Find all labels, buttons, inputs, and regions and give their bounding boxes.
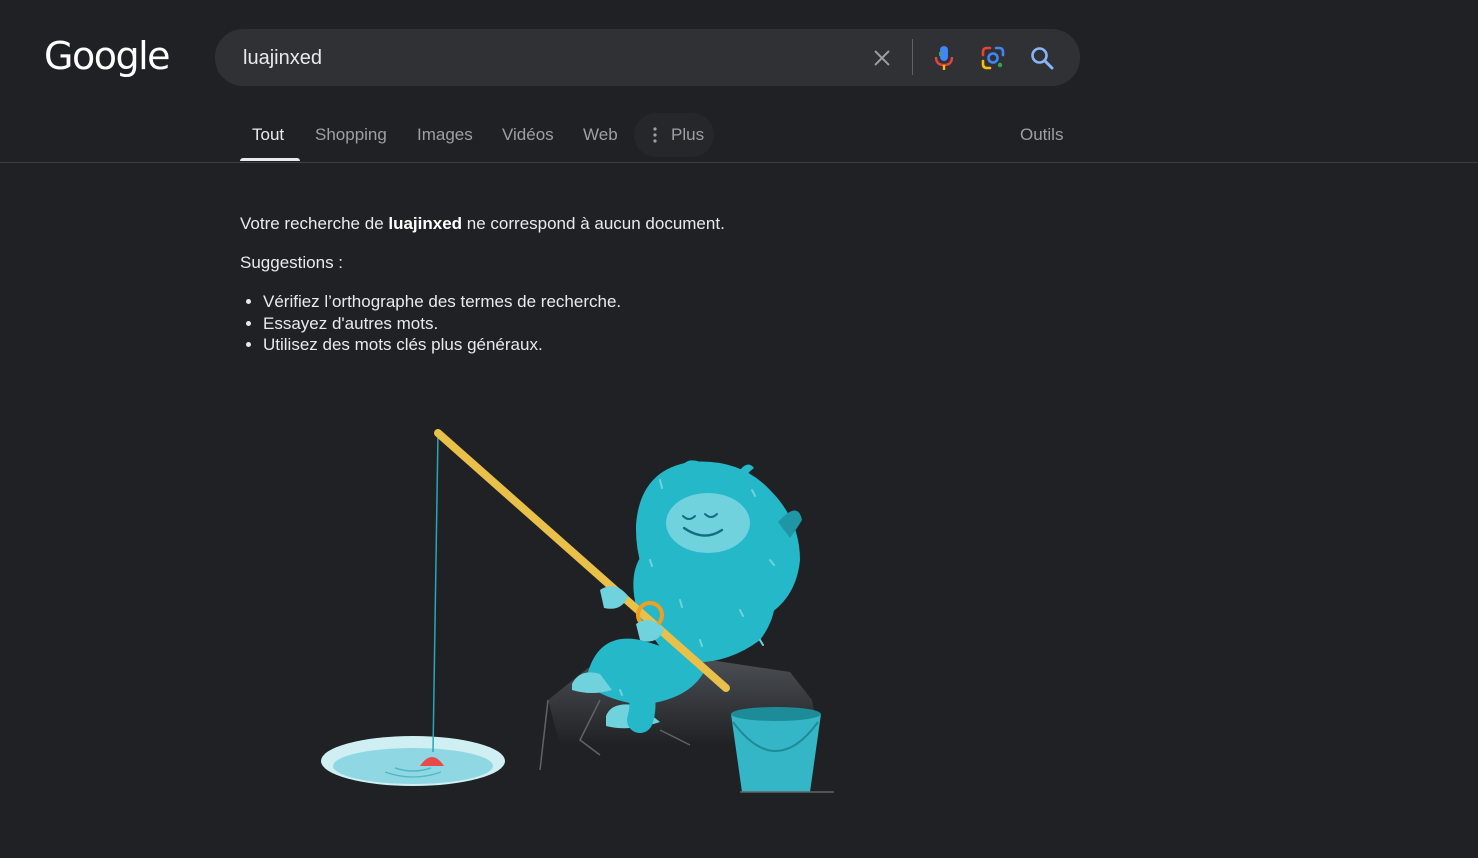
more-tabs-label: Plus <box>671 125 705 144</box>
ice-water <box>333 748 493 784</box>
no-results-message: Votre recherche de luajinxed ne correspo… <box>240 213 725 235</box>
suggestion-item: Utilisez des mots clés plus généraux. <box>263 334 621 356</box>
tools-button[interactable]: Outils <box>1020 125 1063 145</box>
suggestions-list: Vérifiez l’orthographe des termes de rec… <box>240 291 621 356</box>
search-tabs: Tout Shopping Images Vidéos Web Plus Out… <box>0 108 1478 163</box>
suggestions-title: Suggestions : <box>240 253 344 272</box>
search-box[interactable] <box>215 29 1080 86</box>
search-input[interactable] <box>241 41 845 75</box>
no-results-prefix: Votre recherche de <box>240 214 389 233</box>
ice-fishing-monster-illustration <box>321 429 834 793</box>
suggestion-item: Vérifiez l’orthographe des termes de rec… <box>263 291 621 313</box>
google-lens-icon[interactable] <box>978 43 1008 73</box>
tab-shopping[interactable]: Shopping <box>315 125 387 145</box>
tab-videos[interactable]: Vidéos <box>502 125 554 145</box>
google-logo[interactable]: Google <box>44 34 171 78</box>
suggestion-item: Essayez d'autres mots. <box>263 313 621 335</box>
tab-images[interactable]: Images <box>417 125 473 145</box>
bucket <box>731 714 821 792</box>
active-tab-indicator <box>240 158 300 161</box>
tab-tout[interactable]: Tout <box>252 125 284 145</box>
search-icon[interactable] <box>1027 43 1057 73</box>
microphone-icon[interactable] <box>929 43 959 73</box>
monster-face <box>666 493 750 553</box>
search-results-page: Google luajinxed Tout Shopping Images Vi… <box>0 0 1478 858</box>
search-box-divider <box>912 39 913 75</box>
no-results-suffix: ne correspond à aucun document. <box>462 214 725 233</box>
tab-web[interactable]: Web <box>583 125 618 145</box>
close-icon[interactable] <box>867 43 897 73</box>
fishing-line <box>432 432 439 753</box>
more-vertical-icon <box>653 127 657 143</box>
no-results-query: luajinxed <box>388 214 463 233</box>
tabs-divider <box>0 162 1478 163</box>
more-tabs-button[interactable]: Plus <box>634 113 714 157</box>
